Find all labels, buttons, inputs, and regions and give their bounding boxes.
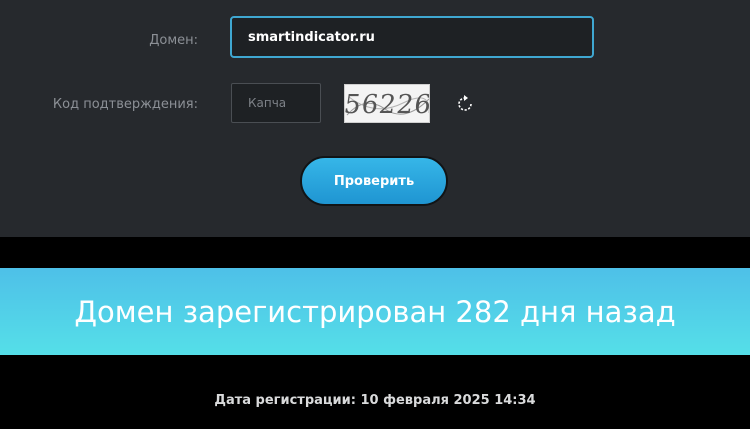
domain-input[interactable] [230, 16, 594, 58]
check-button[interactable]: Проверить [300, 156, 448, 206]
result-headline: Домен зарегистрирован 282 дня назад [74, 294, 676, 329]
registration-date: Дата регистрации: 10 февраля 2025 14:34 [214, 393, 536, 408]
captcha-text: 56226 [344, 89, 430, 120]
captcha-input[interactable] [231, 83, 321, 123]
refresh-icon[interactable] [454, 93, 476, 115]
result-banner: Домен зарегистрирован 282 дня назад [0, 268, 750, 355]
domain-label: Домен: [149, 33, 198, 48]
domain-check-form: Домен: Код подтверждения: 56226 Проверит… [0, 0, 750, 237]
confirmation-code-label: Код подтверждения: [52, 97, 198, 112]
captcha-image: 56226 [344, 84, 430, 123]
